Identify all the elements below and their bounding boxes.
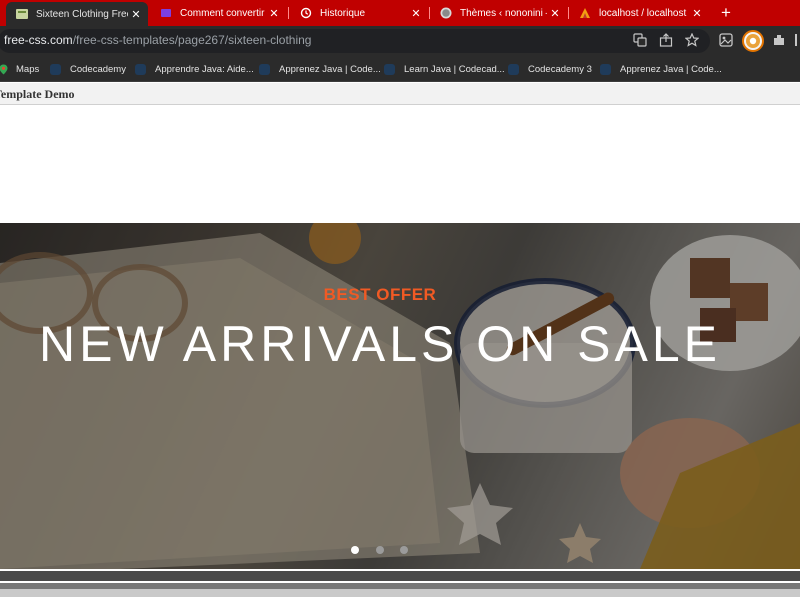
url-text[interactable]: free-css.com/free-css-templates/page267/… xyxy=(4,33,311,47)
carousel-dot-2[interactable] xyxy=(376,546,384,554)
close-tab-icon[interactable]: ✕ xyxy=(266,7,282,20)
bookmark-codecademy-3[interactable]: Codecademy 3 xyxy=(508,61,592,77)
maps-icon xyxy=(0,64,9,75)
codecademy-icon xyxy=(135,63,146,75)
codecademy-icon xyxy=(600,63,611,75)
carousel-dot-3[interactable] xyxy=(400,546,408,554)
tab-title: Comment convertir H xyxy=(180,7,266,19)
tab-title: Thèmes ‹ nononini — xyxy=(460,7,547,19)
extensions-icon[interactable] xyxy=(770,33,788,51)
url-path: /free-css-templates/page267/sixteen-clot… xyxy=(72,33,312,47)
bookmark-learn-java[interactable]: Learn Java | Codecad... xyxy=(384,61,505,77)
tab-sixteen-clothing[interactable]: Sixteen Clothing Free ✕ xyxy=(6,2,148,26)
page-bottom-strip xyxy=(0,569,800,600)
hero-offer-label: BEST OFFER xyxy=(323,285,437,304)
divider xyxy=(0,571,800,581)
translate-icon[interactable] xyxy=(632,33,648,49)
url-host: free-css.com xyxy=(4,33,73,47)
carousel-dot-1[interactable] xyxy=(351,546,359,554)
bookmark-maps[interactable]: Maps xyxy=(0,61,39,77)
hero-title: NEW ARRIVALS ON SALE xyxy=(38,316,722,372)
screenshot-icon[interactable] xyxy=(717,33,735,51)
bookmark-apprendre-java[interactable]: Apprendre Java: Aide... xyxy=(135,61,254,77)
tab-localhost[interactable]: localhost / localhost / ✕ xyxy=(569,0,709,26)
bookmark-label: Codecademy 3 xyxy=(528,63,592,75)
codecademy-icon xyxy=(259,63,270,75)
codecademy-icon xyxy=(50,63,61,75)
template-demo-title: Template Demo xyxy=(0,87,75,101)
close-tab-icon[interactable]: ✕ xyxy=(128,8,144,21)
bookmark-label: Learn Java | Codecad... xyxy=(404,63,505,75)
codecademy-icon xyxy=(384,63,395,75)
new-tab-button[interactable]: + xyxy=(716,3,736,23)
bookmark-label: Maps xyxy=(16,63,40,75)
tab-themes[interactable]: Thèmes ‹ nononini — ✕ xyxy=(430,0,567,26)
bookmark-label: Apprendre Java: Aide... xyxy=(155,63,254,75)
menu-icon[interactable] xyxy=(792,33,800,51)
bookmark-apprenez-java-2[interactable]: Apprenez Java | Code... xyxy=(600,61,722,77)
bookmark-apprenez-java[interactable]: Apprenez Java | Code... xyxy=(259,61,381,77)
tab-comment-convertir[interactable]: Comment convertir H ✕ xyxy=(150,0,286,26)
wordpress-icon xyxy=(440,7,452,19)
template-demo-bar: Template Demo xyxy=(0,83,800,105)
browser-toolbar: free-css.com/free-css-templates/page267/… xyxy=(0,26,800,56)
bookmark-label: Apprenez Java | Code... xyxy=(279,63,381,75)
site-header xyxy=(0,106,800,223)
carousel-dots xyxy=(349,544,419,556)
twitch-tab-icon xyxy=(160,7,172,19)
hero-banner: BEST OFFER NEW ARRIVALS ON SALE xyxy=(0,223,800,569)
bookmark-label: Codecademy xyxy=(70,63,126,75)
bookmark-label: Apprenez Java | Code... xyxy=(620,63,722,75)
codecademy-icon xyxy=(508,63,519,75)
divider xyxy=(0,589,800,597)
template-tab-icon xyxy=(16,8,28,20)
tab-title: Sixteen Clothing Free xyxy=(36,8,128,20)
bookmark-codecademy[interactable]: Codecademy xyxy=(50,61,126,77)
hero-overlay xyxy=(0,223,800,569)
tab-title: Historique xyxy=(320,7,366,19)
tab-historique[interactable]: Historique ✕ xyxy=(290,0,428,26)
tab-separator xyxy=(288,7,289,19)
tab-title: localhost / localhost / xyxy=(599,7,689,19)
close-tab-icon[interactable]: ✕ xyxy=(547,7,563,20)
profile-avatar[interactable] xyxy=(742,30,764,52)
close-tab-icon[interactable]: ✕ xyxy=(689,7,705,20)
bookmark-star-icon[interactable] xyxy=(684,32,700,49)
tab-strip: Sixteen Clothing Free ✕ Comment converti… xyxy=(0,0,800,26)
address-bar[interactable]: free-css.com/free-css-templates/page267/… xyxy=(0,29,710,53)
share-icon[interactable] xyxy=(658,33,674,49)
phpmyadmin-icon xyxy=(579,7,591,19)
bookmarks-bar: Maps Codecademy Apprendre Java: Aide... … xyxy=(0,56,800,82)
close-tab-icon[interactable]: ✕ xyxy=(408,7,424,20)
history-icon xyxy=(300,7,312,19)
